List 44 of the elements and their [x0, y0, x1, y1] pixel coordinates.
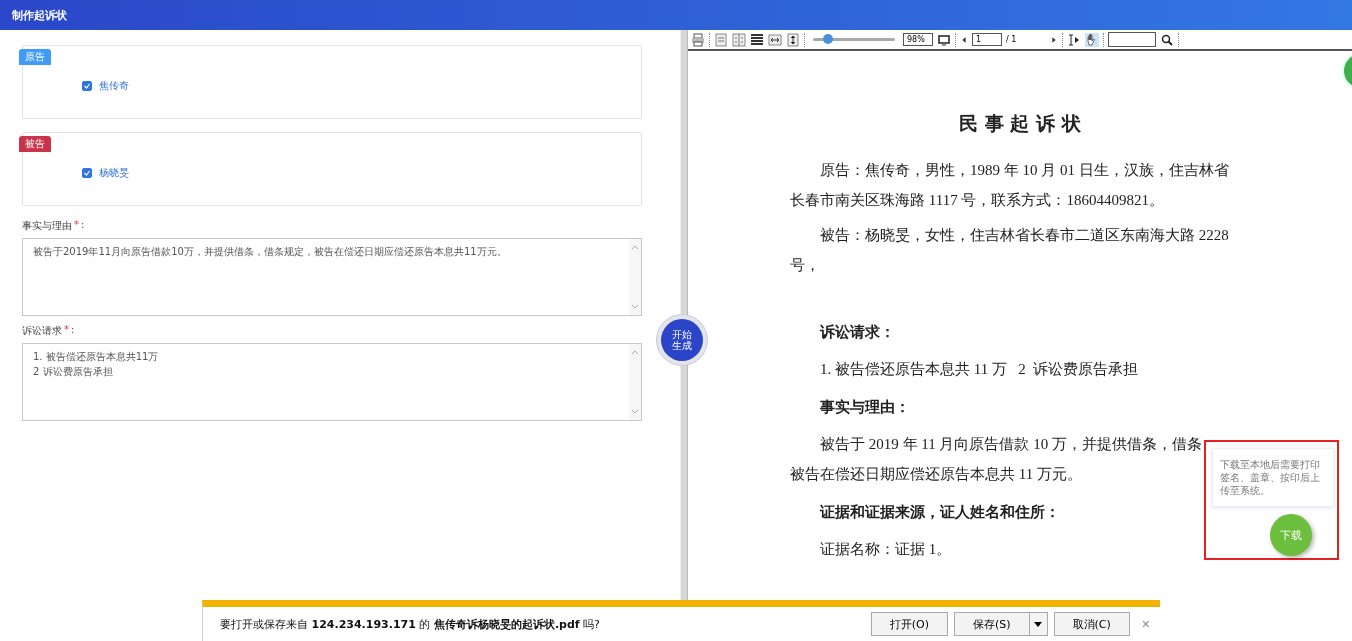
caret-icon — [1034, 621, 1043, 627]
label-colon: : — [71, 324, 75, 337]
slider-thumb[interactable] — [822, 34, 833, 44]
field-label: 事实与理由 — [22, 219, 72, 233]
document-paragraph: 被告：杨晓旻，女性，住吉林省长春市二道区东南海大路 2228 号， — [790, 226, 1229, 275]
page-total: / 1 — [1006, 35, 1018, 44]
dialog-button[interactable]: 取消(C) — [1053, 612, 1130, 636]
role-tag: 被告 — [19, 136, 51, 152]
section-heading: 证据和证据来源，证人姓名和住所： — [818, 503, 1061, 522]
fit-width-icon[interactable] — [768, 32, 782, 47]
section-heading: 诉讼请求： — [818, 323, 896, 342]
checkbox[interactable] — [82, 168, 92, 178]
page-field[interactable]: 1 — [972, 33, 1002, 46]
zoom-field[interactable]: 98% — [903, 33, 933, 46]
dialog-button[interactable]: 打开(O) — [870, 612, 948, 636]
field-label: 诉讼请求 — [22, 324, 62, 338]
dialog-button[interactable]: 保存(S) — [953, 612, 1030, 636]
fit-height-icon[interactable] — [786, 32, 800, 47]
continuous-pages-icon[interactable] — [750, 32, 764, 47]
role-tag: 原告 — [19, 49, 51, 65]
download-tooltip: 下载至本地后需要打印签名、盖章、按印后上传至系统。 — [1212, 448, 1334, 507]
required-mark: * — [64, 324, 69, 337]
checkbox[interactable] — [82, 81, 92, 91]
monitor-icon[interactable] — [937, 32, 951, 47]
label-colon: : — [81, 219, 85, 232]
document-paragraph: 被告于 2019 年 11 月向原告借款 10 万，并提供借条，借条 被告在偿还日期应偿还原告本息共 11 万元。 — [790, 435, 1202, 484]
document-paragraph: 1. 被告偿还原告本息共 11 万 2 诉讼费原告承担 — [819, 360, 1139, 379]
document-paragraph: 证据名称：证据 1。 — [819, 540, 952, 559]
tool-toggle[interactable] — [1085, 32, 1099, 47]
document-paragraph: 原告：焦传奇，男性，1989 年 10 月 01 日生，汉族，住吉林省 长春市南关区珠海路 1117 号，联系方式：18604409821。 — [790, 161, 1229, 210]
required-mark: * — [74, 219, 79, 232]
party-name: 杨晓旻 — [99, 166, 129, 180]
section-heading: 事实与理由： — [819, 398, 911, 417]
generate-button[interactable]: 开始生成 — [656, 314, 708, 366]
close-button[interactable]: × — [1141, 616, 1150, 632]
search-field[interactable] — [1108, 32, 1156, 47]
download-prompt: 要打开或保存来自 124.234.193.171 的 焦传奇诉杨晓旻的起诉状.pdf 吗? — [220, 616, 601, 632]
document-title: 民 事 起 诉 状 — [958, 111, 1082, 136]
party-name: 焦传奇 — [99, 79, 129, 93]
window-title: 制作起诉状 — [12, 7, 67, 23]
search-icon[interactable] — [1160, 32, 1174, 47]
print-icon[interactable] — [691, 32, 705, 47]
hand-icon[interactable] — [1087, 33, 1095, 45]
single-page-icon[interactable] — [714, 32, 728, 47]
